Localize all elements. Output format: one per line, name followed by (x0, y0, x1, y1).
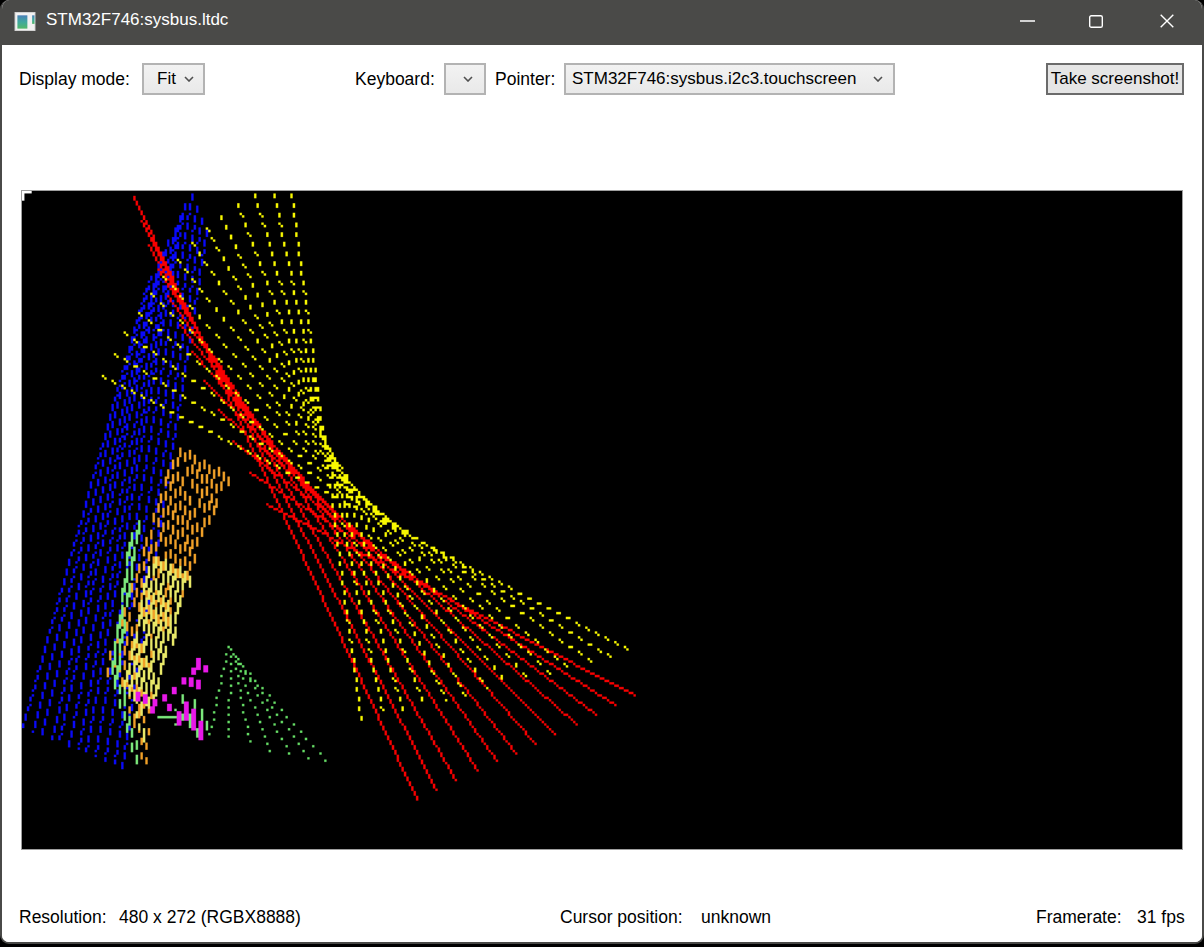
display-mode-label: Display mode: (19, 69, 130, 90)
minimize-icon (1020, 20, 1035, 22)
keyboard-select[interactable] (444, 63, 486, 95)
close-icon (1160, 14, 1174, 28)
keyboard-label: Keyboard: (355, 69, 435, 90)
chevron-down-icon (184, 76, 194, 82)
resolution-label: Resolution: (19, 907, 107, 928)
cursor-position-value: unknown (701, 907, 771, 928)
display-mode-select[interactable]: Fit (142, 63, 205, 95)
maximize-icon (1089, 15, 1103, 28)
app-window: STM32F746:sysbus.ltdc Display mode: Fit … (0, 0, 1204, 944)
resolution-value: 480 x 272 (RGBX8888) (119, 907, 301, 928)
chevron-down-icon (463, 76, 473, 82)
toolbar: Display mode: Fit Keyboard: Pointer: STM… (2, 45, 1202, 191)
window-title: STM32F746:sysbus.ltdc (46, 0, 228, 40)
display-mode-value: Fit (157, 69, 176, 89)
framerate-label: Framerate: (1036, 907, 1122, 928)
chevron-down-icon (873, 76, 883, 82)
framebuffer-panel[interactable] (21, 190, 1183, 850)
take-screenshot-button[interactable]: Take screenshot! (1046, 63, 1184, 95)
statusbar: Resolution: 480 x 272 (RGBX8888) Cursor … (2, 850, 1202, 942)
app-icon (14, 12, 36, 31)
pointer-select[interactable]: STM32F746:sysbus.i2c3.touchscreen (564, 63, 895, 95)
pointer-value: STM32F746:sysbus.i2c3.touchscreen (572, 69, 856, 89)
minimize-button[interactable] (1004, 0, 1050, 42)
pointer-label: Pointer: (495, 69, 555, 90)
framerate-value: 31 fps (1137, 907, 1185, 928)
titlebar[interactable]: STM32F746:sysbus.ltdc (2, 0, 1202, 45)
maximize-button[interactable] (1073, 0, 1119, 42)
cursor-position-label: Cursor position: (560, 907, 683, 928)
framebuffer-canvas[interactable] (22, 191, 1182, 849)
close-button[interactable] (1144, 0, 1190, 42)
